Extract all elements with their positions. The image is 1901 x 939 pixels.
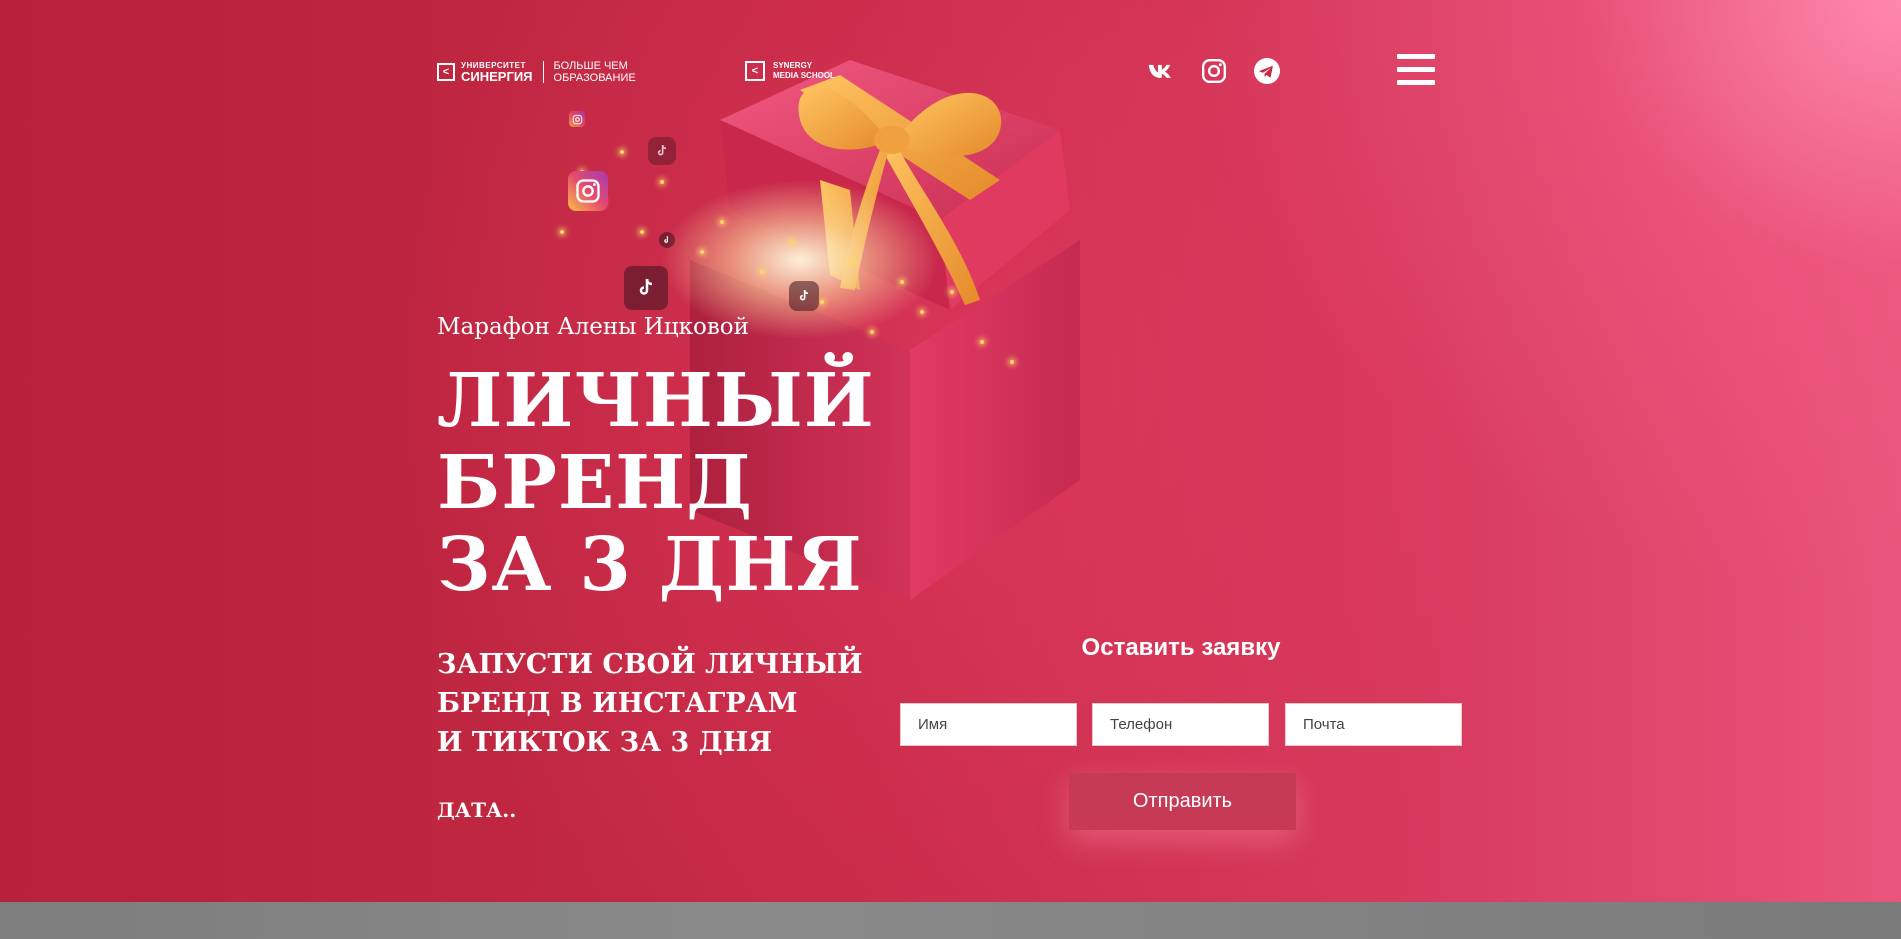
hamburger-menu-icon[interactable] [1397,54,1437,90]
synergy-logo-icon: < [437,63,455,81]
email-field[interactable] [1285,703,1462,746]
media-logo-line2: MEDIA SCHOOL [773,71,835,80]
hero-lead-line: И ТИКТОК ЗА 3 ДНЯ [437,727,773,758]
name-field[interactable] [900,703,1077,746]
synergy-media-school-logo[interactable]: < SYNERGY MEDIA SCHOOL [745,61,835,81]
submit-button[interactable]: Отправить [1069,773,1296,830]
form-title: Оставить заявку [1081,634,1281,661]
hero-title: ЛИЧНЫЙ БРЕНД ЗА 3 ДНЯ [437,360,875,606]
tiktok-icon [648,137,676,165]
logo-divider [542,61,544,83]
telegram-icon[interactable] [1254,58,1280,84]
next-section-preview [0,902,1901,939]
media-logo-line1: SYNERGY [773,61,813,70]
tiktok-icon [659,232,675,248]
tiktok-icon [624,266,668,310]
event-date: ДАТА.. [437,798,517,822]
hero-section: < УНИВЕРСИТЕТ СИНЕРГИЯ БОЛЬШЕ ЧЕМ ОБРАЗО… [0,0,1901,902]
tiktok-icon [789,281,819,311]
hero-lead-line: ЗАПУСТИ СВОЙ ЛИЧНЫЙ [437,649,863,680]
instagram-icon [568,171,608,211]
instagram-icon[interactable] [1201,58,1227,84]
instagram-icon [569,111,585,127]
hero-subtitle: Марафон Алены Ицковой [437,314,749,340]
synergy-university-logo[interactable]: < УНИВЕРСИТЕТ СИНЕРГИЯ БОЛЬШЕ ЧЕМ ОБРАЗО… [437,60,636,84]
logo-slogan-line2: ОБРАЗОВАНИЕ [553,72,636,84]
phone-field[interactable] [1092,703,1269,746]
hero-title-line: БРЕНД [437,440,753,526]
hero-lead-line: БРЕНД В ИНСТАГРАМ [437,688,798,719]
social-links [1148,58,1280,84]
hero-title-line: ЛИЧНЫЙ [437,358,875,444]
logo-main-text: СИНЕРГИЯ [461,69,533,84]
synergy-media-logo-icon: < [745,61,765,81]
logo-slogan-line1: БОЛЬШЕ ЧЕМ [553,60,628,72]
hero-title-line: ЗА 3 ДНЯ [437,522,863,608]
hero-lead: ЗАПУСТИ СВОЙ ЛИЧНЫЙ БРЕНД В ИНСТАГРАМ И … [437,645,863,762]
vk-icon[interactable] [1148,58,1174,84]
header: < УНИВЕРСИТЕТ СИНЕРГИЯ БОЛЬШЕ ЧЕМ ОБРАЗО… [437,50,1437,94]
